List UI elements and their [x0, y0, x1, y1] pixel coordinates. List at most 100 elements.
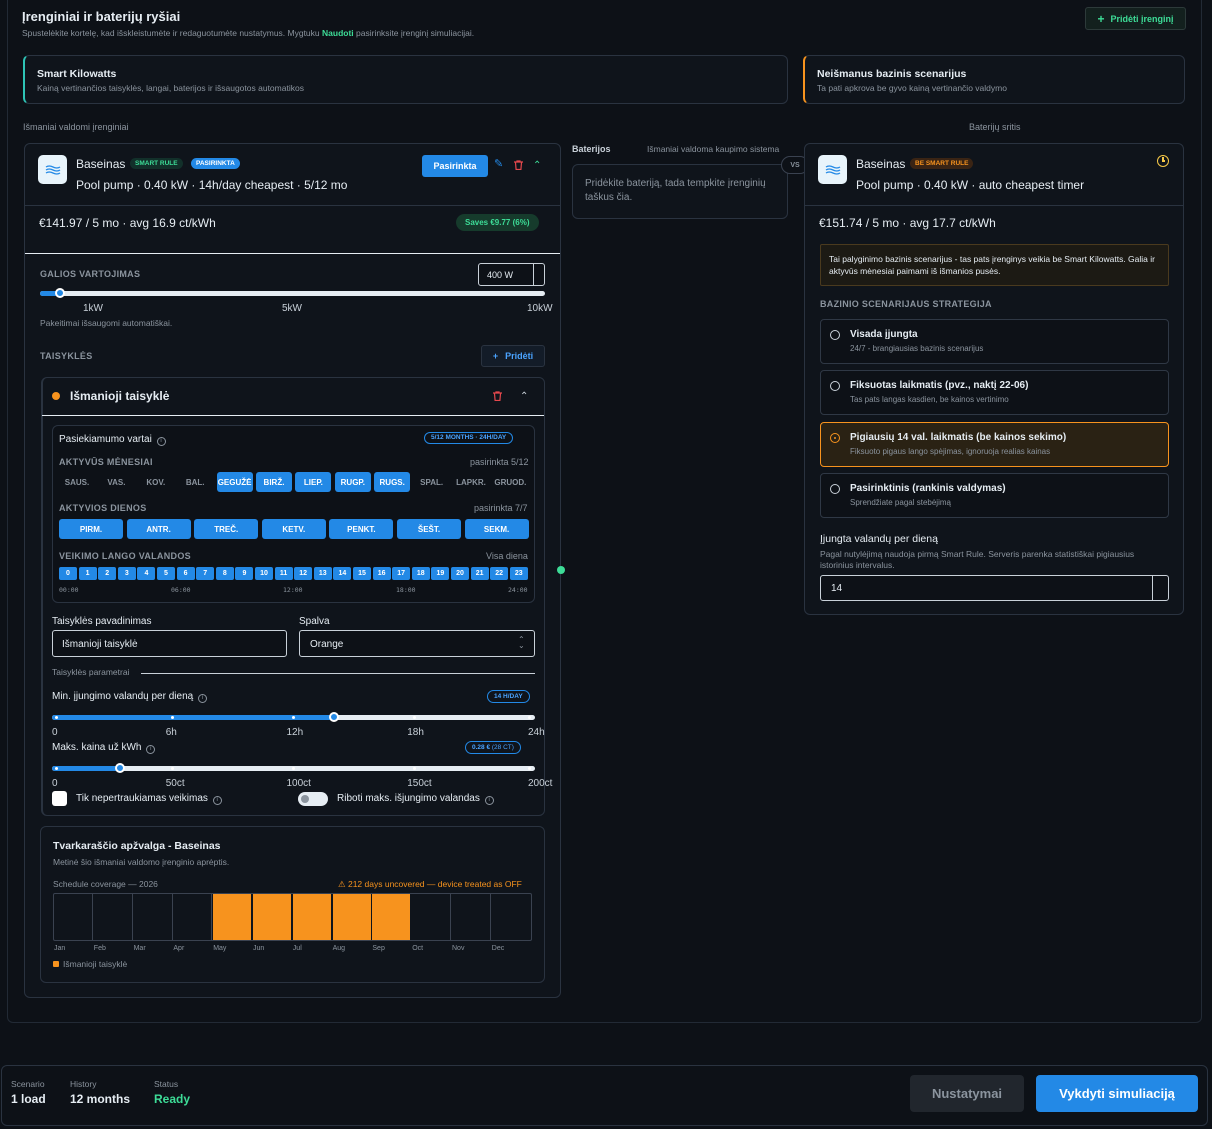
baseline-device-name: Baseinas — [856, 157, 906, 171]
hour-tick: 12:00 — [283, 586, 303, 594]
month-chip-3[interactable]: BAL. — [177, 472, 213, 492]
edit-icon[interactable]: ✎ — [494, 159, 503, 170]
schedule-title: Tvarkaraščio apžvalga - Baseinas — [53, 840, 221, 852]
month-chip-1[interactable]: VAS. — [98, 472, 134, 492]
hour-chip-17[interactable]: 17 — [392, 567, 411, 580]
month-chip-6[interactable]: LIEP. — [295, 472, 332, 492]
baseline-hours-input[interactable]: 14 — [820, 575, 1169, 601]
month-chip-5[interactable]: BIRŽ. — [256, 472, 292, 492]
strategy-option-3[interactable]: Pasirinktinis (rankinis valdymas) Sprendž… — [820, 472, 1169, 518]
month-chip-2[interactable]: KOV. — [138, 472, 174, 492]
radio-icon[interactable] — [830, 483, 840, 494]
smart-scenario-card[interactable]: Smart Kilowatts Kainą vertinančios taisy… — [23, 55, 788, 104]
day-chip-1[interactable]: ANTR. — [126, 519, 191, 539]
hour-chip-4[interactable]: 4 — [137, 567, 156, 580]
hour-tick: 18:00 — [396, 586, 416, 594]
min-hours-knob[interactable] — [328, 712, 339, 722]
hour-chip-10[interactable]: 10 — [255, 567, 273, 580]
coverage-month-label-0: Jan — [54, 945, 66, 952]
hour-chip-7[interactable]: 7 — [196, 567, 215, 580]
info-icon[interactable]: i — [146, 745, 156, 754]
chevron-up-icon[interactable]: ⌃ — [533, 160, 541, 171]
subtitle-text-end: pasirinksite įrenginį simuliacijai. — [353, 28, 475, 38]
info-icon[interactable]: i — [212, 796, 222, 805]
hour-chip-8[interactable]: 8 — [215, 567, 234, 580]
power-input[interactable]: 400 W — [478, 263, 545, 286]
hour-chip-2[interactable]: 2 — [98, 567, 117, 580]
month-chip-0[interactable]: SAUS. — [59, 472, 95, 492]
month-chip-8[interactable]: RUGS. — [374, 472, 411, 492]
selected-button[interactable]: Pasirinkta — [422, 155, 488, 177]
radio-icon[interactable] — [830, 330, 840, 340]
hour-chip-22[interactable]: 22 — [490, 567, 509, 580]
hour-chip-5[interactable]: 5 — [157, 567, 175, 580]
connector-handle[interactable] — [557, 566, 565, 574]
day-chip-3[interactable]: KETV. — [261, 519, 326, 539]
delete-rule-icon[interactable] — [493, 391, 502, 404]
hour-chip-14[interactable]: 14 — [333, 567, 352, 580]
autosave-note: Pakeitimai išsaugomi automatiškai. — [40, 318, 173, 328]
strategy-option-0[interactable]: Visada įjungta 24/7 - brangiausias bazini… — [820, 319, 1169, 364]
hour-chip-23[interactable]: 23 — [509, 567, 528, 580]
section-divider — [25, 253, 560, 254]
subtitle-link[interactable]: Naudoti — [322, 28, 354, 38]
limit-off-toggle[interactable] — [298, 792, 328, 806]
month-chip-9[interactable]: SPAL. — [414, 472, 450, 492]
baseline-scenario-desc: Ta pati apkrova be gyvo kainą vertinanči… — [817, 83, 1007, 93]
hour-chip-20[interactable]: 20 — [451, 567, 469, 580]
hour-chip-18[interactable]: 18 — [411, 567, 430, 580]
min-hours-label-text: Min. įjungimo valandų per dieną — [52, 691, 194, 702]
hour-chip-19[interactable]: 19 — [431, 567, 450, 580]
month-chip-10[interactable]: LAPKR. — [453, 472, 489, 492]
day-chip-0[interactable]: PIRM. — [59, 519, 123, 539]
delete-icon[interactable] — [514, 160, 523, 171]
toggle-knob — [301, 795, 309, 803]
max-price-label-text: Maks. kaina už kWh — [52, 742, 142, 753]
info-icon[interactable]: i — [156, 437, 166, 446]
power-slider-track[interactable] — [40, 291, 545, 296]
radio-icon[interactable] — [830, 432, 840, 443]
day-chip-4[interactable]: PENKT. — [329, 519, 394, 539]
battery-drop-zone[interactable]: Pridėkite bateriją, tada tempkite įrengi… — [572, 164, 788, 219]
continuous-checkbox[interactable] — [52, 791, 67, 806]
hour-chip-11[interactable]: 11 — [274, 567, 293, 580]
day-chip-6[interactable]: SEKM. — [464, 519, 529, 539]
clock-icon[interactable] — [1157, 155, 1169, 167]
rule-name-input[interactable]: Išmanioji taisyklė — [52, 630, 287, 657]
schedule-warning: ⚠ 212 days uncovered — device treated as… — [338, 879, 522, 889]
baseline-cost-detail: / 5 mo · avg 17.7 ct/kWh — [862, 216, 996, 230]
settings-button[interactable]: Nustatymai — [910, 1075, 1024, 1112]
hour-chip-12[interactable]: 12 — [294, 567, 313, 580]
storage-label: Išmaniai valdoma kaupimo sistema — [647, 144, 780, 154]
day-chip-5[interactable]: ŠEŠT. — [397, 519, 461, 539]
color-select[interactable]: Orange ⌃ ⌄ — [299, 630, 535, 657]
card-divider — [805, 205, 1183, 206]
info-icon[interactable]: i — [197, 694, 207, 703]
hour-chip-3[interactable]: 3 — [117, 567, 136, 580]
chevron-up-icon[interactable]: ⌃ — [520, 391, 528, 402]
hour-chip-15[interactable]: 15 — [353, 567, 371, 580]
power-input-value: 400 W — [487, 270, 514, 280]
run-simulation-button[interactable]: Vykdyti simuliaciją — [1036, 1075, 1198, 1112]
add-device-button[interactable]: + Pridėti įrenginį — [1085, 7, 1186, 30]
strategy-option-1[interactable]: Fiksuotas laikmatis (pvz., naktį 22-06) T… — [820, 370, 1169, 416]
month-chip-7[interactable]: RUGP. — [334, 472, 371, 492]
hour-chip-16[interactable]: 16 — [372, 567, 391, 580]
add-rule-button[interactable]: + Pridėti — [481, 345, 545, 367]
hour-chip-13[interactable]: 13 — [313, 567, 332, 580]
maxp-tick-4: 200ct — [528, 778, 553, 789]
hour-chip-6[interactable]: 6 — [176, 567, 195, 580]
hour-chip-0[interactable]: 0 — [59, 567, 77, 580]
month-chip-4[interactable]: GEGUŽĖ — [216, 472, 253, 492]
info-icon[interactable]: i — [484, 796, 494, 805]
max-price-knob[interactable] — [114, 763, 125, 773]
hour-chip-1[interactable]: 1 — [78, 567, 97, 580]
hour-chip-9[interactable]: 9 — [235, 567, 254, 580]
radio-icon[interactable] — [830, 381, 840, 392]
strategy-option-2[interactable]: Pigiausių 14 val. laikmatis (be kainos s… — [820, 421, 1169, 467]
baseline-hours-value: 14 — [831, 583, 843, 594]
hour-chip-21[interactable]: 21 — [470, 567, 489, 580]
month-chip-11[interactable]: GRUOD. — [492, 472, 528, 492]
baseline-scenario-card[interactable]: Neišmanus bazinis scenarijus Ta pati apk… — [803, 55, 1185, 104]
day-chip-2[interactable]: TREČ. — [194, 519, 259, 539]
